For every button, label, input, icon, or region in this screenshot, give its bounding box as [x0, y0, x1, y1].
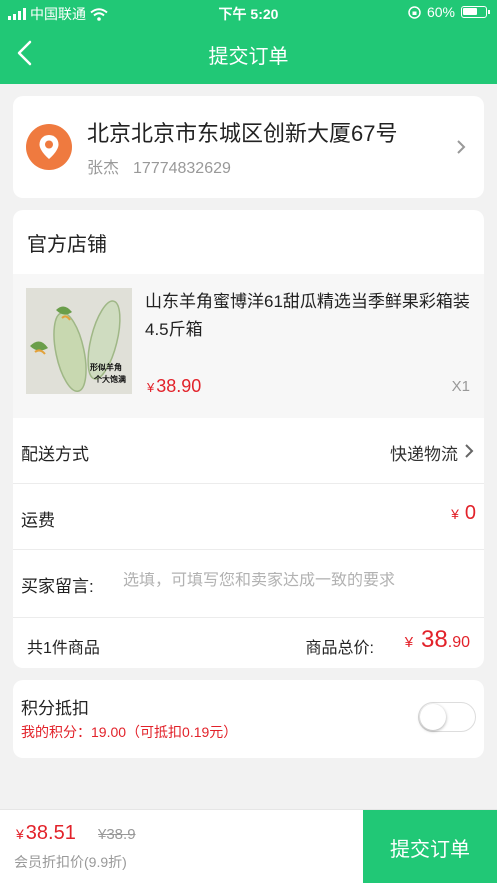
- product-item[interactable]: 形似羊角 个大饱满 山东羊角蜜博洋61甜瓜精选当季鲜果彩箱装4.5斤箱 ¥38.…: [13, 274, 484, 418]
- shipping-row: 运费 ¥0: [13, 484, 484, 550]
- address-card[interactable]: 北京北京市东城区创新大厦67号 张杰 17774832629: [13, 96, 484, 198]
- battery-icon: [461, 6, 490, 18]
- order-card: 官方店铺 形似羊角 个大饱满 山东羊角蜜博洋61甜瓜精选当季鲜果彩箱装4.5斤箱…: [13, 210, 484, 668]
- shop-name: 官方店铺: [27, 234, 107, 256]
- address-line: 北京北京市东城区创新大厦67号: [87, 121, 398, 146]
- toggle-knob: [420, 704, 446, 730]
- original-price: ¥38.9: [98, 826, 136, 843]
- item-count: 共1件商品: [27, 640, 100, 657]
- product-image: 形似羊角 个大饱满: [26, 288, 132, 394]
- product-quantity: X1: [451, 378, 470, 395]
- product-image-caption-2: 个大饱满: [93, 374, 126, 384]
- points-card: 积分抵扣 我的积分：19.00（可抵扣0.19元）: [13, 680, 484, 758]
- chevron-right-icon: [465, 444, 474, 458]
- buyer-message-input[interactable]: [123, 572, 463, 590]
- submit-order-button[interactable]: 提交订单: [363, 810, 497, 883]
- shipping-label: 运费: [21, 511, 55, 530]
- product-image-caption-1: 形似羊角: [90, 362, 122, 372]
- delivery-value: 快递物流: [390, 445, 458, 464]
- points-info: 我的积分：19.00（可抵扣0.19元）: [21, 724, 238, 740]
- delivery-row[interactable]: 配送方式 快递物流: [13, 418, 484, 484]
- message-label: 买家留言:: [21, 577, 94, 596]
- nav-bar: 提交订单: [0, 26, 497, 84]
- total-label: 商品总价:: [305, 640, 374, 657]
- shipping-fee: ¥0: [451, 502, 476, 524]
- header-bar: 中国联通 下午 5:20 60% 提交订单: [0, 0, 497, 84]
- rotation-lock-icon: [408, 5, 421, 19]
- chevron-right-icon: [457, 140, 466, 154]
- points-toggle[interactable]: [418, 702, 476, 732]
- message-row: 买家留言:: [13, 550, 484, 618]
- recipient-name: 张杰: [87, 160, 120, 177]
- status-bar: 中国联通 下午 5:20 60%: [0, 0, 497, 26]
- product-title: 山东羊角蜜博洋61甜瓜精选当季鲜果彩箱装4.5斤箱: [145, 292, 470, 339]
- final-price: ¥38.51: [16, 822, 76, 844]
- page-title: 提交订单: [208, 46, 289, 68]
- product-price: ¥38.90: [147, 376, 202, 396]
- battery-percent: 60%: [426, 4, 455, 20]
- address-contact: 张杰 17774832629: [87, 154, 245, 178]
- summary-row: 共1件商品 商品总价: ¥38.90: [13, 618, 484, 668]
- recipient-phone: 17774832629: [133, 160, 231, 177]
- bottom-bar: ¥38.51 ¥38.9 会员折扣价(9.9折) 提交订单: [0, 809, 497, 883]
- points-title: 积分抵扣: [21, 699, 89, 718]
- total-price: ¥38.90: [404, 626, 470, 653]
- delivery-label: 配送方式: [21, 445, 89, 464]
- member-discount-label: 会员折扣价(9.9折): [14, 854, 127, 870]
- location-icon: [26, 124, 72, 170]
